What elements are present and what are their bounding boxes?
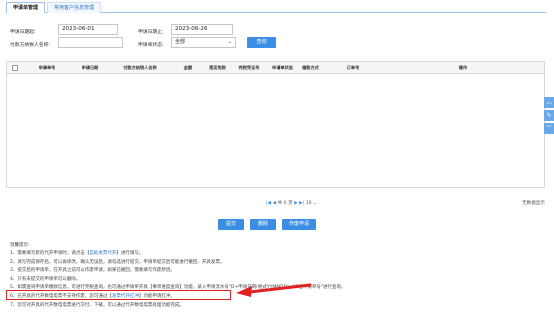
side-collapse-button[interactable]: ︿: [544, 97, 554, 108]
tip-text: 】进行填写。: [116, 251, 144, 256]
query-button[interactable]: 查询: [247, 37, 276, 48]
side-expand-button[interactable]: ﹀: [544, 123, 554, 134]
tab-application-management[interactable]: 申请单管理: [6, 2, 46, 13]
apply-date-end-label: 申请日期止:: [138, 30, 164, 35]
payer-name-input[interactable]: [58, 37, 123, 48]
status-label: 申请单状态:: [138, 43, 164, 48]
tip-line-1: 1、需要填写新的代开申请时，请点击【自助发票代开】进行填写。: [10, 250, 540, 259]
empty-data-text: 无数据显示: [522, 201, 545, 206]
col-operations: 操作: [458, 65, 468, 70]
chevron-down-icon: ⌄: [313, 201, 317, 206]
red-arrow-icon: [236, 283, 312, 297]
col-apply-date: 申请日期: [81, 65, 99, 70]
col-payer-name: 付款方纳税人名称: [123, 65, 157, 70]
tip-text: 1、需要填写新的代开申请时，请点击【: [10, 251, 90, 256]
tip-text: 3、提交后的申请单，在开具之前可以作废申请，如果已撤回，需要填写作废原因。: [10, 268, 175, 274]
pager-total-suffix: 页: [288, 201, 293, 206]
status-select-value: 全部: [175, 39, 186, 45]
delete-button[interactable]: 删除: [250, 219, 276, 230]
col-tax-certificate-no: 完税凭证号: [238, 65, 260, 70]
tip-line-2: 2、请写完成保存后，可以再修改。确认无误后，请勾选进行提交，申请单提交后可能进行…: [10, 259, 540, 268]
col-amount: 金额: [183, 65, 193, 70]
pager-total-prefix: 共: [277, 201, 283, 206]
col-status: 申请单状态: [272, 65, 293, 70]
tip-text: 7、您可对开具的代开数电电票进行交付、下载，可以通过代开数电电票处理功能完成。: [10, 302, 184, 308]
col-tax-exempt: 是否免税: [209, 65, 226, 70]
application-table: 申请单号 申请日期 付款方纳税人名称 金额 是否免税 完税凭证号 申请单状态 缴…: [6, 61, 545, 188]
page-size-select[interactable]: 10: [306, 201, 312, 206]
apply-date-start-label: 申请日期起:: [10, 30, 36, 35]
action-bar: 提交 删除 作废申请: [218, 219, 316, 230]
highlight-box: [6, 290, 231, 300]
select-all-checkbox[interactable]: [12, 65, 18, 71]
apply-date-start-input[interactable]: 2023-06-01: [58, 24, 118, 35]
page: 申请单管理 常用客户信息管理 申请日期起: 2023-06-01 申请日期止: …: [0, 0, 554, 314]
tip-text: 2、请写完成保存后，可以再修改。确认无误后，请勾选进行提交，申请单提交后可能进行…: [10, 259, 225, 265]
submit-button[interactable]: 提交: [218, 219, 244, 230]
prev-page-icon[interactable]: ◀: [273, 201, 277, 206]
self-service-invoice-link[interactable]: 自助发票代开: [89, 251, 116, 256]
tips-title: 温馨提示:: [10, 243, 30, 248]
tip-text: 4、只有未提交的申请单可以删除。: [10, 276, 81, 282]
pagination: |◀ ◀ 共 0 页 ▶ ▶| 10 ⌄ 无数据显示: [6, 199, 545, 209]
first-page-icon[interactable]: |◀: [266, 201, 271, 206]
void-application-button[interactable]: 作废申请: [282, 219, 316, 230]
chevron-down-icon: ﹀: [545, 125, 552, 132]
table-header: 申请单号 申请日期 付款方纳税人名称 金额 是否免税 完税凭证号 申请单状态 缴…: [7, 62, 544, 74]
col-payment-method: 缴款方式: [302, 65, 319, 70]
pager-page-count: 0: [283, 201, 287, 206]
col-order-no: 订单号: [346, 65, 360, 70]
last-page-icon[interactable]: ▶|: [299, 201, 304, 206]
col-application-no: 申请单号: [38, 65, 56, 70]
tab-customer-info-management[interactable]: 常用客户信息管理: [47, 2, 102, 13]
payer-name-label: 付款方纳税人名称:: [10, 43, 50, 48]
tab-bar: 申请单管理 常用客户信息管理: [6, 2, 546, 13]
tip-line-7: 7、您可对开具的代开数电电票进行交付、下载，可以通过代开数电电票处理功能完成。: [10, 302, 540, 311]
pager-controls: |◀ ◀ 共 0 页 ▶ ▶| 10 ⌄: [266, 199, 317, 209]
side-edit-button[interactable]: ✎: [544, 110, 554, 121]
next-page-icon[interactable]: ▶: [294, 201, 298, 206]
chevron-up-icon: ︿: [545, 99, 552, 106]
chevron-down-icon: ⌄: [227, 39, 232, 45]
status-select[interactable]: 全部 ⌄: [171, 37, 236, 48]
edit-icon: ✎: [546, 112, 552, 119]
apply-date-end-input[interactable]: 2023-06-26: [171, 24, 233, 35]
tip-line-3: 3、提交后的申请单，在开具之前可以作废申请，如果已撤回，需要填写作废原因。: [10, 267, 540, 276]
select-all-cell: [7, 62, 23, 73]
